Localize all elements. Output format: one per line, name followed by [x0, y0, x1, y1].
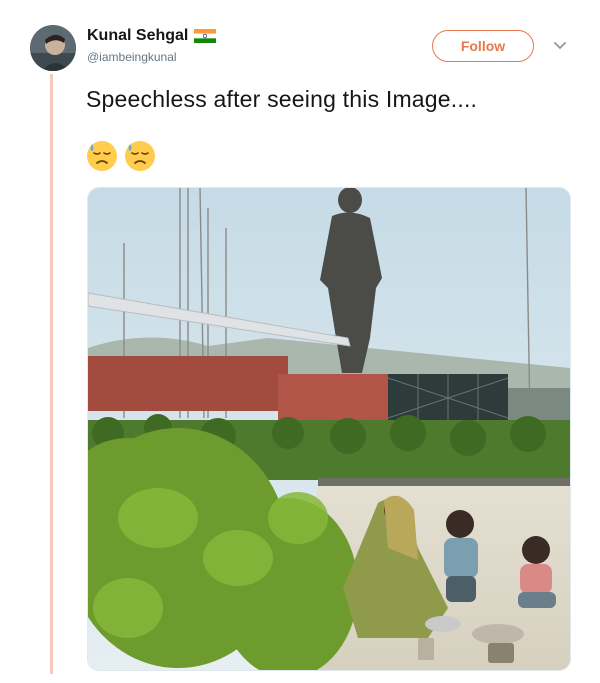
- downcast-face-with-sweat-emoji: [124, 140, 156, 172]
- tweet-photo[interactable]: [87, 187, 571, 671]
- follow-button[interactable]: Follow: [432, 30, 534, 62]
- downcast-face-with-sweat-emoji: [86, 140, 118, 172]
- thread-line: [50, 74, 53, 674]
- author-name[interactable]: Kunal Sehgal: [87, 27, 188, 45]
- india-flag-icon: [194, 29, 217, 43]
- emoji-row: [86, 140, 156, 172]
- author-name-row: Kunal Sehgal: [87, 27, 217, 45]
- chevron-down-icon[interactable]: [553, 41, 567, 51]
- tweet-text: Speechless after seeing this Image....: [86, 86, 478, 112]
- author-handle[interactable]: @iambeingkunal: [87, 50, 177, 64]
- avatar[interactable]: [30, 25, 76, 71]
